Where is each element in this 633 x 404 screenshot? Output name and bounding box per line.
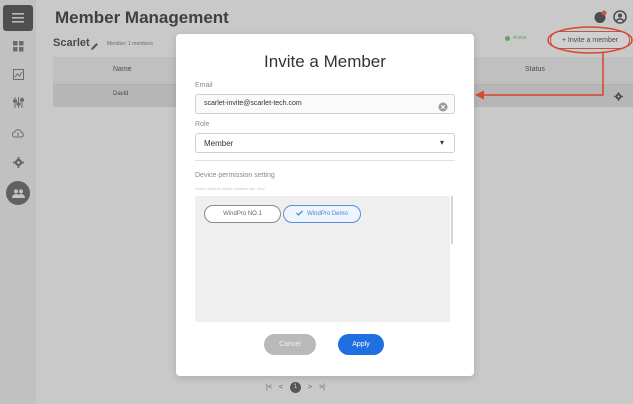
account-name: Scarlet [53, 37, 90, 49]
pagination: |< < 1 > >| [266, 380, 325, 394]
column-header-name: Name [113, 66, 132, 73]
clear-icon[interactable] [438, 99, 448, 117]
first-page-button[interactable]: |< [266, 384, 272, 391]
dashboard-icon[interactable] [3, 34, 33, 58]
chevron-down-icon: ▾ [439, 138, 444, 147]
device-list-scrollbar[interactable] [451, 196, 453, 244]
email-label: Email [195, 82, 213, 89]
device-chip-selected[interactable]: WindPro Demo [283, 205, 361, 223]
role-label: Role [195, 121, 210, 128]
gear-icon[interactable] [3, 150, 33, 174]
user-account-icon[interactable] [613, 10, 627, 29]
row-settings-icon[interactable] [610, 88, 626, 104]
role-value: Member [204, 139, 234, 148]
prev-page-button[interactable]: < [279, 384, 283, 391]
current-page[interactable]: 1 [290, 381, 301, 393]
device-chip[interactable]: WindPro NO.1 [204, 205, 281, 223]
check-icon [296, 210, 304, 218]
members-icon[interactable] [6, 181, 30, 205]
menu-icon[interactable] [3, 5, 33, 31]
notification-icon[interactable] [593, 10, 607, 29]
member-name: David [113, 91, 129, 97]
dialog-title: Invite a Member [264, 52, 386, 71]
last-page-button[interactable]: >| [319, 384, 325, 391]
invite-member-dialog: Invite a Member Email scarlet-invite@sca… [176, 34, 474, 376]
permission-title: Device permission setting [195, 172, 275, 179]
device-chip-label: WindPro Demo [307, 211, 348, 217]
next-page-button[interactable]: > [308, 384, 312, 391]
divider [195, 160, 455, 161]
chart-icon[interactable] [3, 62, 33, 86]
sidebar [0, 0, 36, 404]
role-select[interactable]: Member ▾ [195, 133, 455, 153]
email-value: scarlet-invite@scarlet-tech.com [204, 100, 302, 107]
device-chip-label: WindPro NO.1 [223, 211, 262, 217]
edit-icon[interactable] [90, 38, 99, 56]
email-field[interactable]: scarlet-invite@scarlet-tech.com [195, 94, 455, 114]
status-badge: Active [513, 35, 527, 41]
invite-member-button[interactable]: + Invite a member [550, 31, 630, 49]
cloud-icon[interactable] [3, 121, 33, 145]
status-dot [505, 36, 510, 41]
member-count: Member: 1 members [107, 41, 154, 47]
column-header-status: Status [525, 66, 545, 73]
permission-hint: Select devices which member can view [195, 186, 265, 191]
page-title: Member Management [55, 8, 229, 27]
cancel-button[interactable]: Cancel [264, 334, 316, 355]
apply-button[interactable]: Apply [338, 334, 384, 355]
settings-sliders-icon[interactable] [3, 90, 33, 114]
